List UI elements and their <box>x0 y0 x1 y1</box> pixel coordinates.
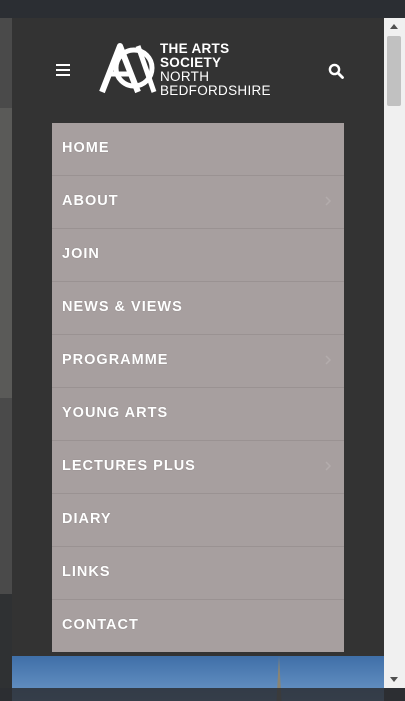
logo-line-2: SOCIETY <box>160 55 222 70</box>
chevron-right-icon[interactable] <box>322 195 334 207</box>
menu-item-join[interactable]: JOIN <box>52 229 344 282</box>
scrollbar[interactable] <box>384 18 405 688</box>
logo-text: THE ARTS SOCIETY NORTH BEDFORDSHIRE <box>160 42 271 98</box>
menu-item-label: PROGRAMME <box>62 352 169 368</box>
menu-item-label: ABOUT <box>62 193 119 209</box>
menu-item-home[interactable]: HOME <box>52 123 344 176</box>
mobile-nav-panel: THE ARTS SOCIETY NORTH BEDFORDSHIRE HOME… <box>12 18 384 688</box>
menu-item-label: LECTURES PLUS <box>62 458 196 474</box>
menu-item-lectures-plus[interactable]: LECTURES PLUS <box>52 441 344 494</box>
scroll-up-arrow-icon[interactable] <box>390 24 398 29</box>
chevron-right-icon[interactable] <box>322 354 334 366</box>
menu-item-young-arts[interactable]: YOUNG ARTS <box>52 388 344 441</box>
search-icon[interactable] <box>328 63 344 79</box>
menu-item-news-views[interactable]: NEWS & VIEWS <box>52 282 344 335</box>
menu-item-label: HOME <box>62 140 110 156</box>
chevron-right-icon[interactable] <box>322 460 334 472</box>
menu-item-links[interactable]: LINKS <box>52 547 344 600</box>
menu-item-label: NEWS & VIEWS <box>62 299 183 315</box>
menu-item-programme[interactable]: PROGRAMME <box>52 335 344 388</box>
menu-item-contact[interactable]: CONTACT <box>52 600 344 652</box>
browser-top-strip <box>0 0 405 18</box>
menu-item-label: YOUNG ARTS <box>62 405 169 421</box>
menu-item-about[interactable]: ABOUT <box>52 176 344 229</box>
menu-item-label: DIARY <box>62 511 112 527</box>
menu-item-label: LINKS <box>62 564 111 580</box>
logo-line-1: THE ARTS <box>160 41 230 56</box>
menu-item-label: CONTACT <box>62 617 139 633</box>
scroll-down-arrow-icon[interactable] <box>390 677 398 682</box>
site-header: THE ARTS SOCIETY NORTH BEDFORDSHIRE <box>12 18 384 123</box>
nav-menu: HOME ABOUT JOIN NEWS & VIEWS PROGRAMME Y… <box>52 123 344 652</box>
logo-line-4: BEDFORDSHIRE <box>160 83 271 98</box>
site-logo[interactable]: THE ARTS SOCIETY NORTH BEDFORDSHIRE <box>98 40 288 98</box>
hamburger-icon[interactable] <box>56 64 70 76</box>
scroll-thumb[interactable] <box>387 36 401 106</box>
menu-item-diary[interactable]: DIARY <box>52 494 344 547</box>
logo-line-3: NORTH <box>160 69 210 84</box>
arts-society-logo-icon <box>99 43 157 94</box>
bottom-bar <box>0 688 405 701</box>
menu-item-label: JOIN <box>62 246 100 262</box>
background-page <box>0 18 12 594</box>
